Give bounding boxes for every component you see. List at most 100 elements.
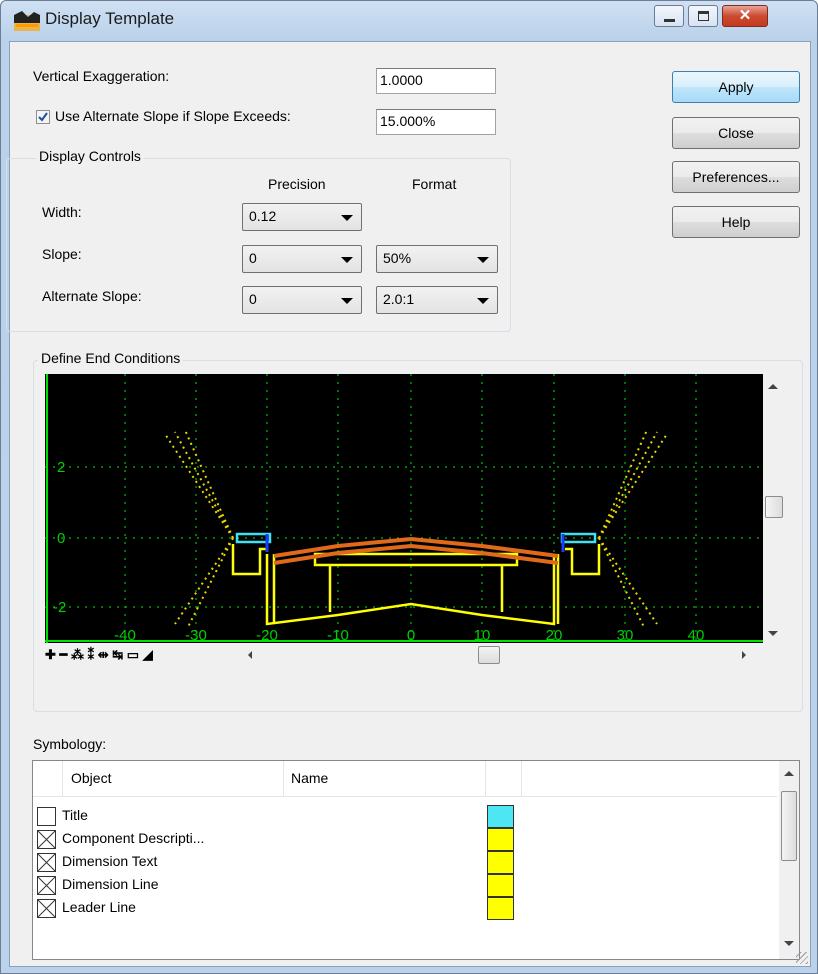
- canvas-vertical-scrollbar[interactable]: [763, 374, 783, 643]
- list-vertical-scrollbar[interactable]: [779, 761, 799, 959]
- close-window-button[interactable]: ✕: [722, 5, 768, 27]
- chevron-down-icon: [341, 257, 353, 263]
- vertical-exaggeration-label: Vertical Exaggeration:: [33, 68, 170, 84]
- canvas-horizontal-scrollbar[interactable]: [242, 646, 754, 664]
- alternate-slope-precision-value: 0: [249, 291, 257, 307]
- x-tick-label: -40: [114, 627, 136, 643]
- apply-button[interactable]: Apply: [672, 71, 800, 103]
- preferences-button[interactable]: Preferences...: [672, 161, 800, 193]
- row-checkbox[interactable]: [37, 853, 56, 872]
- maximize-icon: [698, 11, 709, 21]
- alternate-slope-input[interactable]: 15.000%: [376, 109, 496, 135]
- alternate-slope-format-select[interactable]: 2.0:1: [376, 286, 498, 314]
- alternate-slope-label: Use Alternate Slope if Slope Exceeds:: [55, 108, 291, 124]
- scroll-down-icon[interactable]: [768, 631, 778, 636]
- cross-icon: [37, 853, 56, 872]
- template-app-icon: [14, 11, 40, 31]
- alternate-slope-format-value: 2.0:1: [383, 291, 415, 307]
- scroll-thumb[interactable]: [478, 646, 500, 664]
- x-tick-label: 10: [474, 627, 491, 643]
- column-divider: [485, 761, 486, 797]
- precision-column-header: Precision: [268, 176, 326, 192]
- display-template-window: Display Template ✕ Vertical Exaggeration…: [0, 0, 818, 974]
- scroll-thumb[interactable]: [781, 791, 797, 861]
- chevron-down-icon: [341, 215, 353, 221]
- vertical-exaggeration-input[interactable]: 1.0000: [376, 68, 496, 94]
- end-conditions-title: Define End Conditions: [38, 350, 184, 366]
- move-icon[interactable]: ↹: [112, 647, 123, 662]
- object-column-header[interactable]: Object: [71, 770, 281, 786]
- window-title: Display Template: [45, 9, 175, 28]
- pan-icon[interactable]: ⇹: [98, 647, 109, 662]
- y-tick-label: 0: [57, 530, 65, 547]
- end-conditions-canvas[interactable]: 2 0 -2 -40 -30 -20 -10 0 10 20 30 40: [45, 374, 763, 643]
- chevron-down-icon: [477, 257, 489, 263]
- x-tick-label: -10: [327, 627, 349, 643]
- minimize-icon: [664, 19, 675, 22]
- column-divider: [283, 761, 284, 797]
- chevron-down-icon: [341, 298, 353, 304]
- resize-grip-icon[interactable]: [796, 952, 808, 964]
- x-tick-label: -30: [185, 627, 207, 643]
- alternate-slope-precision-select[interactable]: 0: [242, 286, 362, 314]
- minimize-button[interactable]: [654, 5, 684, 27]
- display-controls-title: Display Controls: [36, 148, 144, 164]
- x-tick-label: -20: [256, 627, 278, 643]
- color-swatch[interactable]: [487, 805, 514, 828]
- symbology-label: Symbology:: [33, 736, 107, 752]
- slope-precision-value: 0: [249, 250, 257, 266]
- width-precision-value: 0.12: [249, 208, 277, 224]
- alternate-slope-checkbox[interactable]: [36, 110, 50, 124]
- symbology-list: Object Name Title Component Descripti...…: [32, 760, 800, 960]
- cross-icon: [37, 830, 56, 849]
- width-precision-select[interactable]: 0.12: [242, 203, 362, 231]
- list-item[interactable]: Dimension Line: [33, 874, 777, 897]
- list-item[interactable]: Leader Line: [33, 897, 777, 920]
- row-checkbox[interactable]: [37, 830, 56, 849]
- scroll-right-icon[interactable]: [742, 651, 746, 659]
- color-swatch[interactable]: [487, 851, 514, 874]
- x-tick-label: 40: [688, 627, 705, 643]
- row-checkbox[interactable]: [37, 899, 56, 918]
- x-tick-label: 0: [407, 627, 415, 643]
- scroll-thumb[interactable]: [765, 496, 783, 518]
- view-toolbar: ✚ ━ ⁂ ⁑ ⇹ ↹ ▭ ◢: [45, 647, 153, 663]
- maximize-button[interactable]: [688, 5, 718, 27]
- chevron-down-icon: [477, 298, 489, 304]
- color-swatch[interactable]: [487, 828, 514, 851]
- scroll-up-icon[interactable]: [768, 384, 778, 389]
- fit-icon[interactable]: ▭: [127, 647, 139, 662]
- color-swatch[interactable]: [487, 874, 514, 897]
- scroll-down-icon[interactable]: [784, 941, 794, 946]
- slope-format-select[interactable]: 50%: [376, 245, 498, 273]
- zoom-window-icon[interactable]: ⁑: [88, 647, 95, 662]
- zoom-out-icon[interactable]: ━: [60, 647, 68, 662]
- close-button[interactable]: Close: [672, 117, 800, 149]
- zoom-extents-icon[interactable]: ⁂: [71, 647, 84, 662]
- header-checkbox-column[interactable]: [33, 761, 63, 797]
- slope-format-value: 50%: [383, 250, 412, 266]
- dialog-client-area: Vertical Exaggeration: 1.0000 Use Altern…: [6, 41, 811, 967]
- row-checkbox[interactable]: [37, 876, 56, 895]
- object-name: Title: [62, 807, 88, 823]
- list-item[interactable]: Title: [33, 805, 777, 828]
- alternate-slope-row-label: Alternate Slope:: [42, 288, 142, 304]
- help-button[interactable]: Help: [672, 206, 800, 238]
- list-item[interactable]: Component Descripti...: [33, 828, 777, 851]
- template-drawing: 2 0 -2 -40 -30 -20 -10 0 10 20 30 40: [45, 374, 763, 643]
- scroll-up-icon[interactable]: [784, 771, 794, 776]
- slope-precision-select[interactable]: 0: [242, 245, 362, 273]
- row-checkbox[interactable]: [37, 807, 56, 826]
- list-item[interactable]: Dimension Text: [33, 851, 777, 874]
- color-swatch[interactable]: [487, 897, 514, 920]
- cross-icon: [37, 876, 56, 895]
- symbology-header: Object Name: [33, 761, 777, 797]
- y-tick-label: 2: [57, 459, 65, 476]
- terrain-icon[interactable]: ◢: [143, 647, 153, 662]
- scroll-left-icon[interactable]: [248, 651, 252, 659]
- column-divider: [521, 761, 522, 797]
- name-column-header[interactable]: Name: [291, 770, 328, 786]
- zoom-in-icon[interactable]: ✚: [45, 647, 56, 662]
- object-name: Component Descripti...: [62, 830, 205, 846]
- object-name: Leader Line: [62, 899, 136, 915]
